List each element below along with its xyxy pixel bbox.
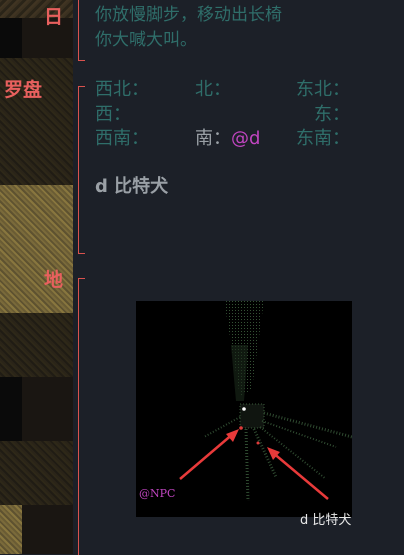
player-marker: @d (231, 128, 261, 149)
map-npc-dot (239, 426, 243, 430)
annotation-arrow (179, 432, 235, 480)
exit-north[interactable]: 北： (195, 75, 231, 101)
exit-east[interactable]: 东： (314, 100, 350, 126)
terrain-tile (0, 185, 73, 313)
map-road (261, 420, 337, 448)
room-npc[interactable]: d 比特犬 (95, 172, 168, 198)
exit-west[interactable]: 西： (95, 100, 131, 126)
terrain-tile (0, 377, 22, 441)
map-npc-dot (256, 441, 260, 445)
terrain-tile (0, 505, 22, 554)
minimap[interactable] (136, 301, 352, 517)
section-bracket (78, 0, 85, 61)
map-player-dot (242, 407, 246, 411)
annotation-arrowhead (226, 429, 239, 442)
map-road-south (244, 428, 250, 502)
exit-south-label: 南： (195, 128, 231, 149)
terrain-tile (0, 18, 22, 58)
section-label-sun: 日 (44, 6, 64, 28)
section-label-compass: 罗盘 (4, 79, 43, 101)
message-line: 你放慢脚步，移动出长椅 (95, 5, 282, 25)
exit-southeast[interactable]: 东南： (296, 124, 350, 150)
exit-south[interactable]: 南：@d (195, 124, 260, 150)
map-caption: d 比特犬 (300, 513, 352, 528)
exit-northeast[interactable]: 东北： (296, 75, 350, 101)
message-line: 你大喊大叫。 (95, 30, 197, 50)
section-bracket (78, 86, 85, 254)
terrain-tile (0, 313, 73, 377)
minimap-drawing (179, 301, 352, 502)
exit-northwest[interactable]: 西北： (95, 75, 149, 101)
map-npc-label: @NPC (139, 487, 176, 500)
exit-southwest[interactable]: 西南： (95, 124, 149, 150)
section-label-map: 地 (44, 269, 64, 291)
map-road-east (263, 411, 352, 439)
section-bracket (78, 278, 85, 555)
terrain-tile (0, 441, 73, 505)
